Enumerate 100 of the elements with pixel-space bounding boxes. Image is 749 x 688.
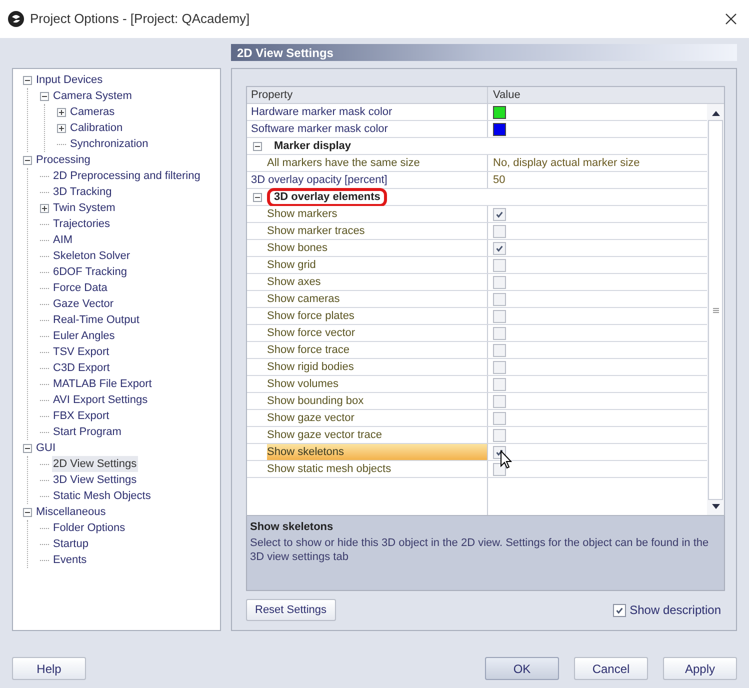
- property-name[interactable]: Show volumes: [267, 376, 487, 392]
- checkbox-label[interactable]: Show description: [630, 601, 721, 619]
- tree-item[interactable]: 6DOF Tracking: [52, 264, 128, 280]
- app-logo-icon: [8, 11, 24, 27]
- property-name[interactable]: Show force trace: [267, 342, 487, 358]
- property-name[interactable]: Show gaze vector trace: [267, 427, 487, 443]
- tree-item[interactable]: 3D Tracking: [52, 184, 113, 200]
- checkbox[interactable]: [493, 310, 506, 322]
- property-name[interactable]: Show cameras: [267, 291, 487, 307]
- checkbox[interactable]: [493, 360, 506, 374]
- tree-item[interactable]: Skeleton Solver: [52, 248, 132, 264]
- checkbox[interactable]: [493, 412, 506, 424]
- scroll-down-icon[interactable]: [712, 504, 720, 509]
- property-name[interactable]: Software marker mask color: [251, 121, 487, 137]
- property-name[interactable]: All markers have the same size: [267, 155, 487, 171]
- property-name[interactable]: Show force vector: [267, 325, 487, 341]
- tree-item[interactable]: Cameras: [69, 104, 116, 120]
- expand-icon[interactable]: [57, 124, 66, 132]
- tree-item[interactable]: 2D View Settings: [52, 456, 138, 472]
- property-name[interactable]: Show bones: [267, 240, 487, 256]
- collapse-icon[interactable]: [252, 192, 262, 202]
- property-name[interactable]: Show axes: [267, 274, 487, 290]
- color-swatch[interactable]: [493, 122, 506, 136]
- window-title: Project Options - [Project: QAcademy]: [30, 10, 250, 28]
- checkbox[interactable]: [493, 344, 506, 356]
- tree-item[interactable]: MATLAB File Export: [52, 376, 153, 392]
- tree-item[interactable]: Static Mesh Objects: [52, 488, 152, 504]
- property-name[interactable]: Show force plates: [267, 308, 487, 324]
- tree-item[interactable]: Trajectories: [52, 216, 112, 232]
- tree-item[interactable]: Synchronization: [69, 136, 150, 152]
- checkbox[interactable]: [493, 292, 506, 306]
- checkbox[interactable]: [612, 604, 626, 616]
- tree-item[interactable]: 2D Preprocessing and filtering: [52, 168, 202, 184]
- property-name[interactable]: 3D overlay opacity [percent]: [251, 172, 487, 188]
- property-name[interactable]: Show grid: [267, 257, 487, 273]
- tree-item[interactable]: AIM: [52, 232, 74, 248]
- tree-item[interactable]: AVI Export Settings: [52, 392, 149, 408]
- tree-item[interactable]: C3D Export: [52, 360, 111, 376]
- tree-item[interactable]: Gaze Vector: [52, 296, 115, 312]
- checkbox[interactable]: [493, 258, 506, 272]
- tree-item[interactable]: Force Data: [52, 280, 108, 296]
- collapse-icon[interactable]: [23, 508, 32, 516]
- property-name[interactable]: Show static mesh objects: [267, 461, 487, 477]
- dialog-button[interactable]: OK: [485, 657, 559, 680]
- checkbox[interactable]: [493, 242, 506, 254]
- property-name[interactable]: Show marker traces: [267, 223, 487, 239]
- checkbox[interactable]: [493, 428, 506, 442]
- checkbox[interactable]: [493, 224, 506, 238]
- property-value[interactable]: 50: [493, 172, 506, 188]
- collapse-icon[interactable]: [23, 156, 32, 164]
- dialog-button[interactable]: Help: [12, 657, 86, 680]
- tree-item[interactable]: Calibration: [69, 120, 124, 136]
- reset-settings-button[interactable]: Reset Settings: [246, 599, 336, 621]
- scrollbar[interactable]: [707, 104, 724, 515]
- collapse-icon[interactable]: [40, 92, 49, 100]
- checkbox[interactable]: [493, 462, 506, 476]
- tree-item[interactable]: TSV Export: [52, 344, 110, 360]
- tree-item[interactable]: Twin System: [52, 200, 116, 216]
- expand-icon[interactable]: [40, 204, 49, 212]
- property-name[interactable]: Show bounding box: [267, 393, 487, 409]
- tree-item[interactable]: Events: [52, 552, 88, 568]
- tree-item[interactable]: Euler Angles: [52, 328, 116, 344]
- tree-item[interactable]: Start Program: [52, 424, 122, 440]
- check-icon: [614, 606, 624, 614]
- collapse-icon[interactable]: [23, 444, 32, 452]
- tree-item[interactable]: GUI: [35, 440, 57, 456]
- dialog-button[interactable]: Apply: [663, 657, 737, 680]
- collapse-icon[interactable]: [23, 76, 32, 84]
- description-text: Select to show or hide this 3D object in the 2D view. Settings for the object can be found in the 3D view settings tab: [250, 536, 710, 564]
- checkbox[interactable]: [493, 208, 506, 220]
- tree-item[interactable]: Startup: [52, 536, 90, 552]
- collapse-icon[interactable]: [252, 142, 262, 150]
- tree-item[interactable]: Processing: [35, 152, 92, 168]
- checkbox[interactable]: [493, 276, 506, 288]
- tree-item[interactable]: Camera System: [52, 88, 133, 104]
- tree-item[interactable]: 3D View Settings: [52, 472, 138, 488]
- checkbox[interactable]: [493, 326, 506, 340]
- close-icon[interactable]: [725, 13, 737, 25]
- property-name[interactable]: Show skeletons: [267, 444, 487, 460]
- property-name[interactable]: Show rigid bodies: [267, 359, 487, 375]
- column-header[interactable]: Property: [247, 87, 488, 103]
- tree-item[interactable]: FBX Export: [52, 408, 110, 424]
- expand-icon[interactable]: [57, 108, 66, 116]
- panel-title: 2D View Settings: [231, 44, 737, 61]
- check-icon: [495, 244, 504, 252]
- tree-item[interactable]: Folder Options: [52, 520, 126, 536]
- scrollbar-thumb[interactable]: [708, 120, 723, 500]
- column-header[interactable]: Value: [488, 87, 724, 103]
- scroll-up-icon[interactable]: [712, 111, 720, 116]
- tree-item[interactable]: Real-Time Output: [52, 312, 140, 328]
- tree-item[interactable]: Input Devices: [35, 72, 104, 88]
- dialog-button[interactable]: Cancel: [574, 657, 648, 680]
- property-name[interactable]: Show gaze vector: [267, 410, 487, 426]
- color-swatch[interactable]: [493, 106, 506, 118]
- property-name[interactable]: Show markers: [267, 206, 487, 222]
- checkbox[interactable]: [493, 378, 506, 390]
- property-name[interactable]: Hardware marker mask color: [251, 104, 487, 120]
- property-value[interactable]: No, display actual marker size: [493, 154, 640, 172]
- tree-item[interactable]: Miscellaneous: [35, 504, 107, 520]
- checkbox[interactable]: [493, 394, 506, 408]
